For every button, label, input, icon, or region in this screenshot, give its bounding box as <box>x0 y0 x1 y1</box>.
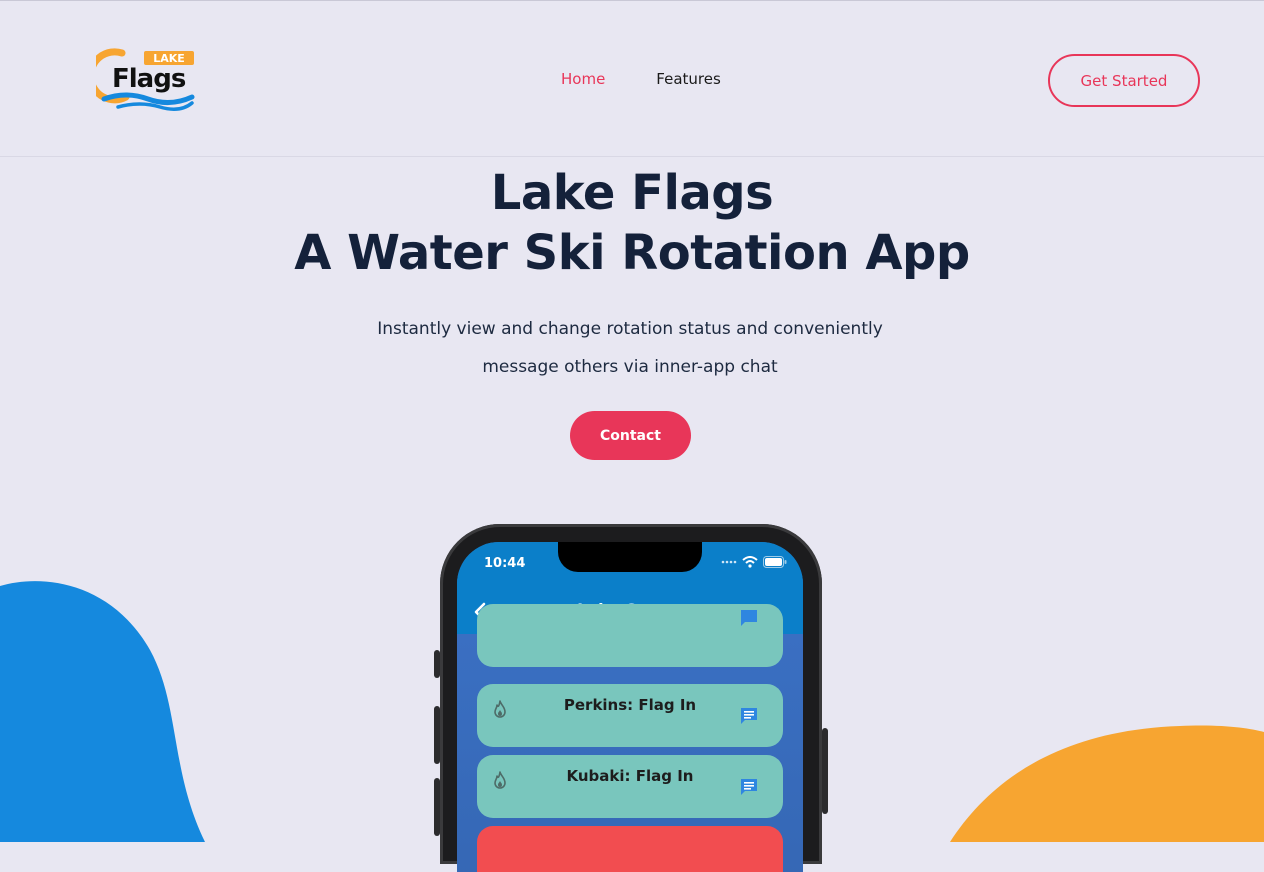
chat-bubble-icon[interactable] <box>739 608 759 628</box>
queue-card-label: Perkins: Flag In <box>563 696 697 714</box>
contact-button[interactable]: Contact <box>570 411 691 460</box>
wifi-icon <box>742 556 758 568</box>
main-nav: Home Features <box>561 70 721 88</box>
phone-screen: 10:44 Perkins: Flag In Kubaki: Flag In <box>457 542 803 872</box>
phone-power-button <box>822 728 828 814</box>
hero-title: Lake Flags A Water Ski Rotation App <box>0 163 1264 283</box>
queue-card-kubaki[interactable]: Kubaki: Flag In <box>477 755 783 818</box>
blue-wave-blob <box>0 581 205 842</box>
queue-card[interactable] <box>477 604 783 667</box>
hero-subtitle: Instantly view and change rotation statu… <box>330 310 930 386</box>
hero-title-line-2: A Water Ski Rotation App <box>294 225 970 281</box>
logo-graphic: LAKE Flags <box>87 48 195 111</box>
phone-mute-switch <box>434 650 440 678</box>
battery-icon <box>763 556 787 568</box>
status-icons <box>721 556 787 568</box>
phone-mockup: 10:44 Perkins: Flag In Kubaki: Flag In <box>434 524 828 872</box>
signal-icon <box>721 560 737 564</box>
queue-list: Perkins: Flag In Kubaki: Flag In <box>457 604 803 872</box>
chat-bubble-icon[interactable] <box>739 706 759 726</box>
queue-card-label: Kubaki: Flag In <box>566 767 694 785</box>
site-header: LAKE Flags Home Features Get Started <box>0 0 1264 157</box>
logo-main-text: Flags <box>112 64 186 94</box>
lake-flags-logo[interactable]: LAKE Flags <box>87 45 196 115</box>
hero-subtitle-line-1: Instantly view and change rotation statu… <box>377 319 883 339</box>
chat-bubble-icon[interactable] <box>739 777 759 797</box>
queue-card-perkins[interactable]: Perkins: Flag In <box>477 684 783 747</box>
hero-title-line-1: Lake Flags <box>490 165 774 221</box>
status-time: 10:44 <box>484 556 526 571</box>
queue-card-alert[interactable] <box>477 826 783 872</box>
get-started-button[interactable]: Get Started <box>1048 54 1200 107</box>
nav-home-link[interactable]: Home <box>561 70 605 88</box>
phone-volume-down <box>434 778 440 836</box>
orange-wave-blob <box>950 725 1264 842</box>
phone-volume-up <box>434 706 440 764</box>
phone-notch <box>558 542 702 572</box>
hero-subtitle-line-2: message others via inner-app chat <box>482 357 778 377</box>
nav-features-link[interactable]: Features <box>656 70 721 88</box>
